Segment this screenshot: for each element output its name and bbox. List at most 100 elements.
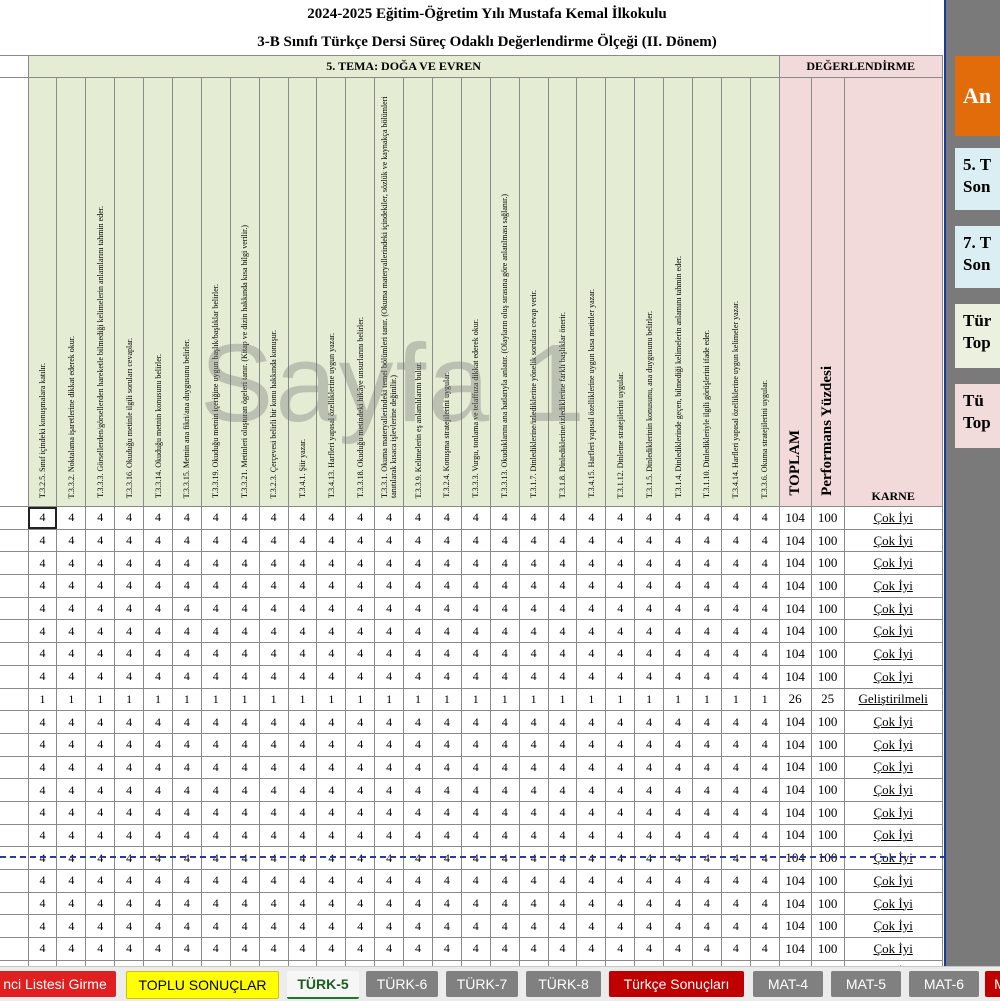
score-cell[interactable]: 4 — [287, 506, 318, 530]
total-cell[interactable]: 104 — [778, 710, 812, 734]
score-cell[interactable]: 4 — [85, 891, 116, 916]
score-cell[interactable]: 4 — [56, 937, 87, 961]
score-cell[interactable]: 4 — [403, 732, 433, 757]
score-cell[interactable]: 4 — [56, 551, 87, 576]
total-cell[interactable]: 104 — [778, 732, 812, 757]
score-cell[interactable]: 4 — [720, 528, 751, 553]
score-cell[interactable]: 4 — [460, 574, 491, 598]
score-cell[interactable]: 4 — [489, 551, 520, 576]
score-cell[interactable]: 4 — [576, 710, 607, 734]
score-cell[interactable]: 4 — [85, 778, 116, 802]
score-cell[interactable]: 4 — [85, 800, 116, 825]
score-cell[interactable]: 4 — [663, 528, 693, 553]
score-cell[interactable]: 4 — [489, 846, 520, 870]
score-cell[interactable]: 4 — [374, 664, 405, 689]
percent-cell[interactable]: 100 — [810, 574, 845, 598]
score-cell[interactable]: 4 — [634, 937, 665, 961]
total-cell[interactable]: 104 — [778, 914, 812, 939]
score-cell[interactable]: 4 — [200, 800, 231, 825]
score-cell[interactable]: 4 — [114, 823, 145, 848]
score-cell[interactable]: 4 — [749, 755, 780, 780]
score-cell[interactable]: 4 — [287, 778, 318, 802]
score-cell[interactable]: 4 — [691, 710, 722, 734]
score-cell[interactable]: 4 — [720, 664, 751, 689]
score-cell[interactable]: 4 — [576, 664, 607, 689]
score-cell[interactable]: 4 — [258, 823, 289, 848]
score-cell[interactable]: 4 — [171, 846, 202, 870]
karne-cell[interactable]: Çok İyi — [843, 528, 943, 553]
score-cell[interactable]: 4 — [287, 914, 318, 939]
score-cell[interactable]: 4 — [374, 551, 405, 576]
score-cell[interactable]: 4 — [605, 800, 636, 825]
total-cell[interactable]: 104 — [778, 755, 812, 780]
score-cell[interactable]: 4 — [171, 596, 202, 621]
score-cell[interactable]: 4 — [27, 778, 58, 802]
score-cell[interactable]: 4 — [403, 596, 433, 621]
score-cell[interactable]: 4 — [605, 823, 636, 848]
sheet-tab[interactable]: TÜRK-5 — [287, 971, 359, 999]
score-cell[interactable]: 4 — [56, 755, 87, 780]
score-cell[interactable]: 4 — [171, 710, 202, 734]
score-cell[interactable]: 4 — [229, 574, 260, 598]
score-cell[interactable]: 4 — [345, 755, 376, 780]
score-cell[interactable]: 4 — [143, 710, 173, 734]
score-cell[interactable]: 4 — [576, 914, 607, 939]
score-cell[interactable]: 4 — [403, 755, 433, 780]
score-cell[interactable]: 4 — [27, 506, 58, 530]
score-cell[interactable]: 4 — [316, 755, 347, 780]
score-cell[interactable]: 4 — [634, 800, 665, 825]
score-cell[interactable]: 4 — [403, 778, 433, 802]
score-cell[interactable]: 4 — [171, 914, 202, 939]
score-cell[interactable]: 4 — [634, 869, 665, 893]
score-cell[interactable]: 4 — [460, 642, 491, 666]
score-cell[interactable]: 4 — [576, 823, 607, 848]
score-cell[interactable]: 4 — [171, 732, 202, 757]
score-cell[interactable]: 4 — [749, 619, 780, 644]
score-cell[interactable]: 4 — [258, 574, 289, 598]
score-cell[interactable]: 4 — [27, 869, 58, 893]
score-cell[interactable]: 4 — [663, 551, 693, 576]
score-cell[interactable]: 4 — [85, 869, 116, 893]
sheet-tab[interactable]: TOPLU SONUÇLAR — [126, 971, 279, 999]
score-cell[interactable]: 4 — [229, 891, 260, 916]
score-cell[interactable]: 4 — [229, 914, 260, 939]
score-cell[interactable]: 4 — [605, 551, 636, 576]
score-cell[interactable]: 4 — [749, 528, 780, 553]
score-cell[interactable]: 4 — [258, 937, 289, 961]
score-cell[interactable]: 4 — [749, 710, 780, 734]
score-cell[interactable]: 4 — [489, 710, 520, 734]
score-cell[interactable]: 4 — [547, 914, 578, 939]
sheet-tab[interactable]: M — [985, 971, 1000, 997]
score-cell[interactable]: 4 — [85, 528, 116, 553]
percent-cell[interactable]: 100 — [810, 778, 845, 802]
student-cell[interactable] — [0, 642, 29, 666]
score-cell[interactable]: 4 — [403, 914, 433, 939]
score-cell[interactable]: 1 — [403, 687, 433, 712]
percent-cell[interactable]: 100 — [810, 642, 845, 666]
score-cell[interactable]: 1 — [114, 687, 145, 712]
score-cell[interactable]: 4 — [85, 574, 116, 598]
score-cell[interactable]: 4 — [229, 800, 260, 825]
score-cell[interactable]: 4 — [518, 846, 549, 870]
score-cell[interactable]: 4 — [403, 800, 433, 825]
score-cell[interactable]: 4 — [403, 642, 433, 666]
karne-cell[interactable]: Çok İyi — [843, 846, 943, 870]
score-cell[interactable]: 4 — [749, 732, 780, 757]
score-cell[interactable]: 4 — [27, 574, 58, 598]
score-cell[interactable]: 4 — [460, 846, 491, 870]
total-cell[interactable]: 104 — [778, 574, 812, 598]
score-cell[interactable]: 4 — [85, 823, 116, 848]
total-cell[interactable]: 104 — [778, 800, 812, 825]
score-cell[interactable]: 4 — [316, 823, 347, 848]
score-cell[interactable]: 4 — [518, 891, 549, 916]
score-cell[interactable]: 4 — [374, 710, 405, 734]
score-cell[interactable]: 4 — [229, 551, 260, 576]
score-cell[interactable]: 4 — [720, 574, 751, 598]
score-cell[interactable]: 4 — [691, 869, 722, 893]
score-cell[interactable]: 4 — [200, 664, 231, 689]
score-cell[interactable]: 1 — [345, 687, 376, 712]
karne-cell[interactable]: Çok İyi — [843, 642, 943, 666]
score-cell[interactable]: 4 — [431, 710, 462, 734]
score-cell[interactable]: 4 — [489, 528, 520, 553]
score-cell[interactable]: 4 — [345, 551, 376, 576]
